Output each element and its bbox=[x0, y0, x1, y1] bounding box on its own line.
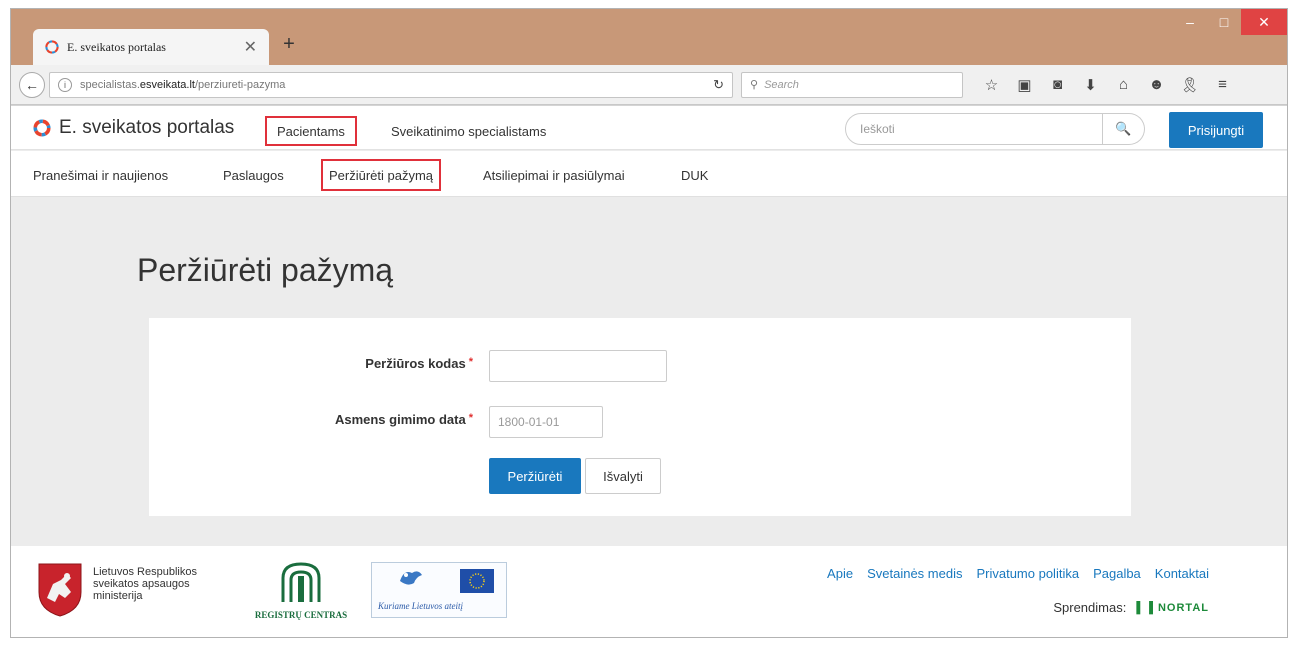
browser-search-placeholder: Search bbox=[764, 78, 799, 91]
browser-tab[interactable]: E. sveikatos portalas ✕ bbox=[33, 29, 269, 65]
clipboard-icon[interactable]: ▣ bbox=[1008, 72, 1041, 98]
search-icon: 🔍 bbox=[1115, 121, 1132, 136]
bird-emblem-icon bbox=[400, 571, 422, 585]
eu-flag-icon bbox=[460, 569, 494, 593]
registru-centras-icon bbox=[281, 562, 321, 602]
maximize-button[interactable]: □ bbox=[1207, 9, 1241, 35]
search-icon: ⚲ bbox=[750, 79, 759, 91]
logo-text: E. sveikatos portalas bbox=[59, 117, 235, 138]
footer-link-privacy[interactable]: Privatumo politika bbox=[976, 566, 1079, 581]
nortal-icon: ▌▐ bbox=[1136, 601, 1154, 614]
coat-of-arms-icon bbox=[38, 563, 82, 617]
pocket-icon[interactable]: ◙ bbox=[1041, 72, 1074, 98]
site-header: E. sveikatos portalas Pacientams Sveikat… bbox=[11, 106, 1287, 150]
subnav-view-certificate[interactable]: Peržiūrėti pažymą bbox=[321, 159, 442, 191]
browser-window: E. sveikatos portalas ✕ + – □ ✕ ← i spec… bbox=[10, 8, 1288, 638]
arrow-left-icon: ← bbox=[25, 76, 39, 93]
subnav-faq[interactable]: DUK bbox=[675, 159, 714, 191]
site-search: Ieškoti 🔍 bbox=[845, 113, 1145, 145]
minimize-button[interactable]: – bbox=[1173, 9, 1207, 35]
browser-navbar: ← i specialistas.esveikata.lt/perziureti… bbox=[11, 65, 1287, 105]
website: E. sveikatos portalas Pacientams Sveikat… bbox=[11, 106, 1287, 637]
url-text: specialistas.esveikata.lt/perziureti-paz… bbox=[80, 78, 286, 91]
subnav-feedback[interactable]: Atsiliepimai ir pasiūlymai bbox=[477, 159, 631, 191]
ribbon-icon[interactable]: 🎗 bbox=[1173, 72, 1206, 98]
new-tab-button[interactable]: + bbox=[277, 33, 301, 57]
footer-links: Apie Svetainės medis Privatumo politika … bbox=[827, 566, 1209, 581]
registru-centras-logo[interactable]: REGISTRŲ CENTRAS bbox=[251, 560, 351, 620]
site-search-button[interactable]: 🔍 bbox=[1103, 113, 1145, 145]
tab-close-icon[interactable]: ✕ bbox=[244, 37, 257, 57]
footer-link-about[interactable]: Apie bbox=[827, 566, 853, 581]
nortal-logo[interactable]: ▌▐ NORTAL bbox=[1136, 602, 1209, 614]
window-controls: – □ ✕ bbox=[1173, 9, 1287, 35]
download-icon[interactable]: ⬇ bbox=[1074, 72, 1107, 98]
subnav-news[interactable]: Pranešimai ir naujienos bbox=[27, 159, 174, 191]
logo-icon bbox=[33, 119, 51, 137]
home-icon[interactable]: ⌂ bbox=[1107, 72, 1140, 98]
titlebar: E. sveikatos portalas ✕ + – □ ✕ bbox=[11, 9, 1287, 65]
nav-specialists-link[interactable]: Sveikatinimo specialistams bbox=[381, 116, 556, 146]
bookmark-star-icon[interactable]: ☆ bbox=[975, 72, 1008, 98]
code-label: Peržiūros kodas * bbox=[365, 356, 473, 371]
browser-toolbar: ☆ ▣ ◙ ⬇ ⌂ ☻ 🎗 ≡ bbox=[975, 72, 1239, 98]
menu-icon[interactable]: ≡ bbox=[1206, 72, 1239, 98]
footer-link-sitemap[interactable]: Svetainės medis bbox=[867, 566, 962, 581]
certificate-form: Peržiūros kodas * Asmens gimimo data * 180… bbox=[149, 318, 1131, 516]
address-bar[interactable]: i specialistas.esveikata.lt/perziureti-p… bbox=[49, 71, 733, 98]
footer: Lietuvos Respublikos sveikatos apsaugos … bbox=[11, 546, 1287, 637]
close-window-button[interactable]: ✕ bbox=[1241, 9, 1287, 35]
credit-label: Sprendimas: bbox=[1053, 600, 1127, 615]
sub-navigation: Pranešimai ir naujienos Paslaugos Peržiū… bbox=[11, 151, 1287, 197]
back-button[interactable]: ← bbox=[19, 71, 45, 98]
ministry-name: Lietuvos Respublikos sveikatos apsaugos … bbox=[93, 566, 197, 602]
site-logo[interactable]: E. sveikatos portalas bbox=[33, 117, 234, 139]
birth-date-label: Asmens gimimo data * bbox=[334, 412, 473, 427]
tab-title: E. sveikatos portalas bbox=[67, 39, 166, 54]
view-code-input[interactable] bbox=[489, 350, 667, 382]
page-title: Peržiūrėti pažymą bbox=[137, 252, 394, 288]
browser-search-input[interactable]: ⚲ Search bbox=[741, 71, 963, 98]
credit: Sprendimas: ▌▐ NORTAL bbox=[1053, 600, 1209, 615]
footer-link-contacts[interactable]: Kontaktai bbox=[1155, 566, 1209, 581]
birth-date-input[interactable]: 1800-01-01 bbox=[489, 406, 603, 438]
site-search-input[interactable]: Ieškoti bbox=[845, 113, 1103, 145]
clear-button[interactable]: Išvalyti bbox=[585, 458, 661, 494]
site-favicon-icon bbox=[45, 40, 59, 54]
nav-patients-link[interactable]: Pacientams bbox=[265, 116, 357, 146]
footer-link-help[interactable]: Pagalba bbox=[1093, 566, 1141, 581]
view-button[interactable]: Peržiūrėti bbox=[489, 458, 581, 494]
ministry-logo[interactable]: Lietuvos Respublikos sveikatos apsaugos … bbox=[37, 562, 197, 618]
login-button[interactable]: Prisijungti bbox=[1169, 112, 1263, 148]
reload-icon[interactable]: ↻ bbox=[713, 77, 724, 93]
subnav-services[interactable]: Paslaugos bbox=[217, 159, 290, 191]
info-icon[interactable]: i bbox=[58, 77, 72, 92]
chat-icon[interactable]: ☻ bbox=[1140, 72, 1173, 98]
eu-funds-logo[interactable]: Kuriame Lietuvos ateitį bbox=[371, 562, 507, 618]
